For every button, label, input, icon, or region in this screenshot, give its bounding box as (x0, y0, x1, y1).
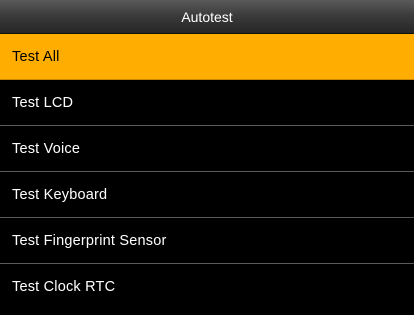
menu-item-test-keyboard[interactable]: Test Keyboard (0, 172, 414, 218)
menu-item-test-clock-rtc[interactable]: Test Clock RTC (0, 264, 414, 310)
menu-item-label: Test Voice (12, 140, 81, 157)
screen-title: Autotest (181, 8, 233, 25)
menu-item-test-fingerprint-sensor[interactable]: Test Fingerprint Sensor (0, 218, 414, 264)
menu-item-test-voice[interactable]: Test Voice (0, 126, 414, 172)
title-bar: Autotest (0, 0, 414, 34)
menu-item-test-all[interactable]: Test All (0, 34, 414, 80)
menu-item-label: Test All (12, 48, 60, 65)
autotest-screen: Autotest Test All Test LCD Test Voice Te… (0, 0, 414, 315)
menu-item-label: Test LCD (12, 94, 74, 111)
menu-item-label: Test Keyboard (12, 186, 108, 203)
menu-item-label: Test Clock RTC (12, 279, 116, 295)
menu-list: Test All Test LCD Test Voice Test Keyboa… (0, 34, 414, 310)
menu-item-label: Test Fingerprint Sensor (12, 232, 167, 249)
menu-item-test-lcd[interactable]: Test LCD (0, 80, 414, 126)
